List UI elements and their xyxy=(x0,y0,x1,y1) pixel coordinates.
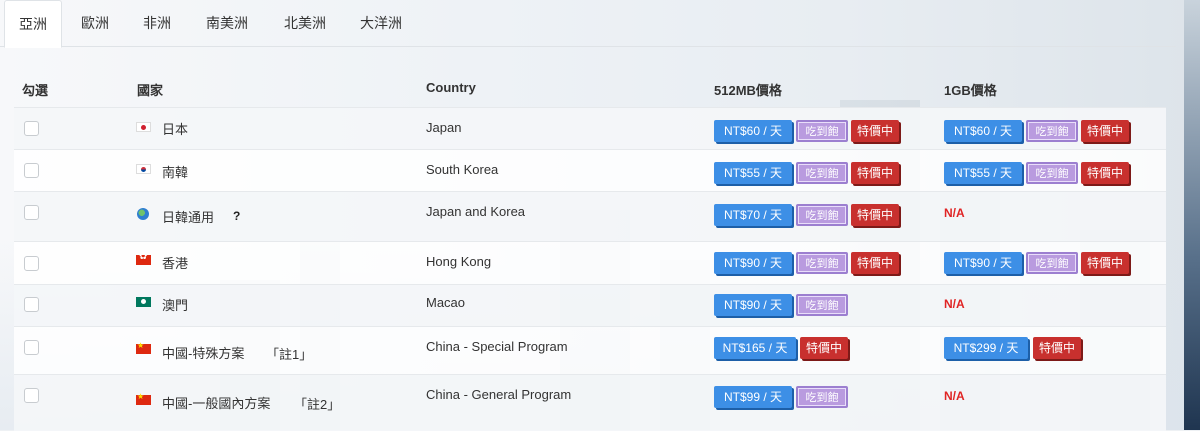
table-row: 香港 Hong Kong NT$90 / 天 吃到飽 特價中 NT$90 / 天… xyxy=(14,241,1166,285)
header-price-512mb: 512MB價格 xyxy=(714,83,782,98)
price-512mb-button[interactable]: NT$70 / 天 xyxy=(714,204,792,226)
note-link[interactable]: 「註2」 xyxy=(294,394,340,413)
header-country-zh: 國家 xyxy=(137,83,164,98)
price-1gb-na: N/A xyxy=(944,297,965,311)
country-name-zh: 澳門 xyxy=(162,298,189,313)
korea-flag xyxy=(136,164,151,174)
row-checkbox[interactable] xyxy=(24,340,39,355)
price-512mb-button[interactable]: NT$55 / 天 xyxy=(714,162,792,184)
country-name-en: Macao xyxy=(426,295,466,310)
eat-all-badge: 吃到飽 xyxy=(796,204,848,226)
china-flag xyxy=(136,392,151,405)
row-checkbox[interactable] xyxy=(24,121,39,136)
price-512mb-button[interactable]: NT$60 / 天 xyxy=(714,120,792,142)
country-name-en: Japan xyxy=(426,120,462,135)
price-1gb-button[interactable]: NT$299 / 天 xyxy=(944,337,1028,359)
price-512mb-button[interactable]: NT$90 / 天 xyxy=(714,294,792,316)
country-name-en: China - General Program xyxy=(426,387,572,402)
price-1gb-na: N/A xyxy=(944,389,965,403)
region-panel: 亞洲 歐洲 非洲 南美洲 北美洲 大洋洲 勾選 國家 Country 512MB… xyxy=(0,0,1184,431)
price-512mb-button[interactable]: NT$99 / 天 xyxy=(714,386,792,408)
price-512mb-button[interactable]: NT$90 / 天 xyxy=(714,252,792,274)
tab-africa[interactable]: 非洲 xyxy=(134,0,180,46)
on-sale-badge: 特價中 xyxy=(851,120,899,142)
tab-south-america[interactable]: 南美洲 xyxy=(196,0,258,46)
country-name-zh: 香港 xyxy=(162,256,189,271)
row-checkbox[interactable] xyxy=(24,388,39,403)
eat-all-badge: 吃到飽 xyxy=(796,252,848,274)
eat-all-badge: 吃到飽 xyxy=(1026,252,1078,274)
on-sale-badge: 特價中 xyxy=(1081,120,1129,142)
on-sale-badge: 特價中 xyxy=(851,204,899,226)
table-row: 日韓通用 ? Japan and Korea NT$70 / 天 吃到飽 特價中… xyxy=(14,191,1166,242)
help-icon[interactable]: ? xyxy=(233,209,240,223)
header-price-1gb: 1GB價格 xyxy=(944,83,997,98)
row-checkbox[interactable] xyxy=(24,205,39,220)
price-1gb-button[interactable]: NT$60 / 天 xyxy=(944,120,1022,142)
note-link[interactable]: 「註1」 xyxy=(266,344,312,363)
country-name-zh: 中國-特殊方案 xyxy=(162,346,245,361)
tab-europe[interactable]: 歐洲 xyxy=(72,0,118,46)
table-row: 中國-一般國內方案 「註2」 China - General Program N… xyxy=(14,374,1166,431)
on-sale-badge: 特價中 xyxy=(851,252,899,274)
country-name-zh: 中國-一般國內方案 xyxy=(162,396,271,411)
region-tabs: 亞洲 歐洲 非洲 南美洲 北美洲 大洋洲 xyxy=(0,0,1176,48)
tab-oceania[interactable]: 大洋洲 xyxy=(350,0,412,46)
country-name-en: Japan and Korea xyxy=(426,204,526,219)
country-name-en: South Korea xyxy=(426,162,499,177)
on-sale-badge: 特價中 xyxy=(1033,337,1081,359)
country-name-zh: 日本 xyxy=(162,122,189,137)
table-row: 日本 Japan NT$60 / 天 吃到飽 特價中 NT$60 / 天 吃到飽… xyxy=(14,107,1166,150)
header-select: 勾選 xyxy=(22,83,49,98)
price-1gb-button[interactable]: NT$90 / 天 xyxy=(944,252,1022,274)
japan-flag xyxy=(136,122,151,132)
on-sale-badge: 特價中 xyxy=(800,337,848,359)
tab-north-america[interactable]: 北美洲 xyxy=(274,0,336,46)
row-checkbox[interactable] xyxy=(24,256,39,271)
eat-all-badge: 吃到飽 xyxy=(796,120,848,142)
on-sale-badge: 特價中 xyxy=(851,162,899,184)
row-checkbox[interactable] xyxy=(24,163,39,178)
table-row: 澳門 Macao NT$90 / 天 吃到飽 N/A xyxy=(14,284,1166,327)
eat-all-badge: 吃到飽 xyxy=(1026,120,1078,142)
eat-all-badge: 吃到飽 xyxy=(796,294,848,316)
row-checkbox[interactable] xyxy=(24,297,39,312)
country-name-en: China - Special Program xyxy=(426,339,568,354)
country-name-zh: 南韓 xyxy=(162,165,189,180)
china-flag xyxy=(136,341,151,354)
eat-all-badge: 吃到飽 xyxy=(796,162,848,184)
tab-asia[interactable]: 亞洲 xyxy=(4,0,62,48)
hong-kong-flag xyxy=(136,251,151,265)
eat-all-badge: 吃到飽 xyxy=(796,386,848,408)
price-512mb-button[interactable]: NT$165 / 天 xyxy=(714,337,796,359)
table-row: 中國-特殊方案 「註1」 China - Special Program NT$… xyxy=(14,326,1166,375)
header-country-en: Country xyxy=(426,80,476,95)
on-sale-badge: 特價中 xyxy=(1081,252,1129,274)
eat-all-badge: 吃到飽 xyxy=(1026,162,1078,184)
globe-icon xyxy=(137,208,149,220)
price-1gb-na: N/A xyxy=(944,206,965,220)
macao-flag xyxy=(136,297,151,307)
on-sale-badge: 特價中 xyxy=(1081,162,1129,184)
country-name-en: Hong Kong xyxy=(426,254,492,269)
table-row: 南韓 South Korea NT$55 / 天 吃到飽 特價中 NT$55 /… xyxy=(14,149,1166,192)
country-name-zh: 日韓通用 xyxy=(162,210,215,225)
price-1gb-button[interactable]: NT$55 / 天 xyxy=(944,162,1022,184)
